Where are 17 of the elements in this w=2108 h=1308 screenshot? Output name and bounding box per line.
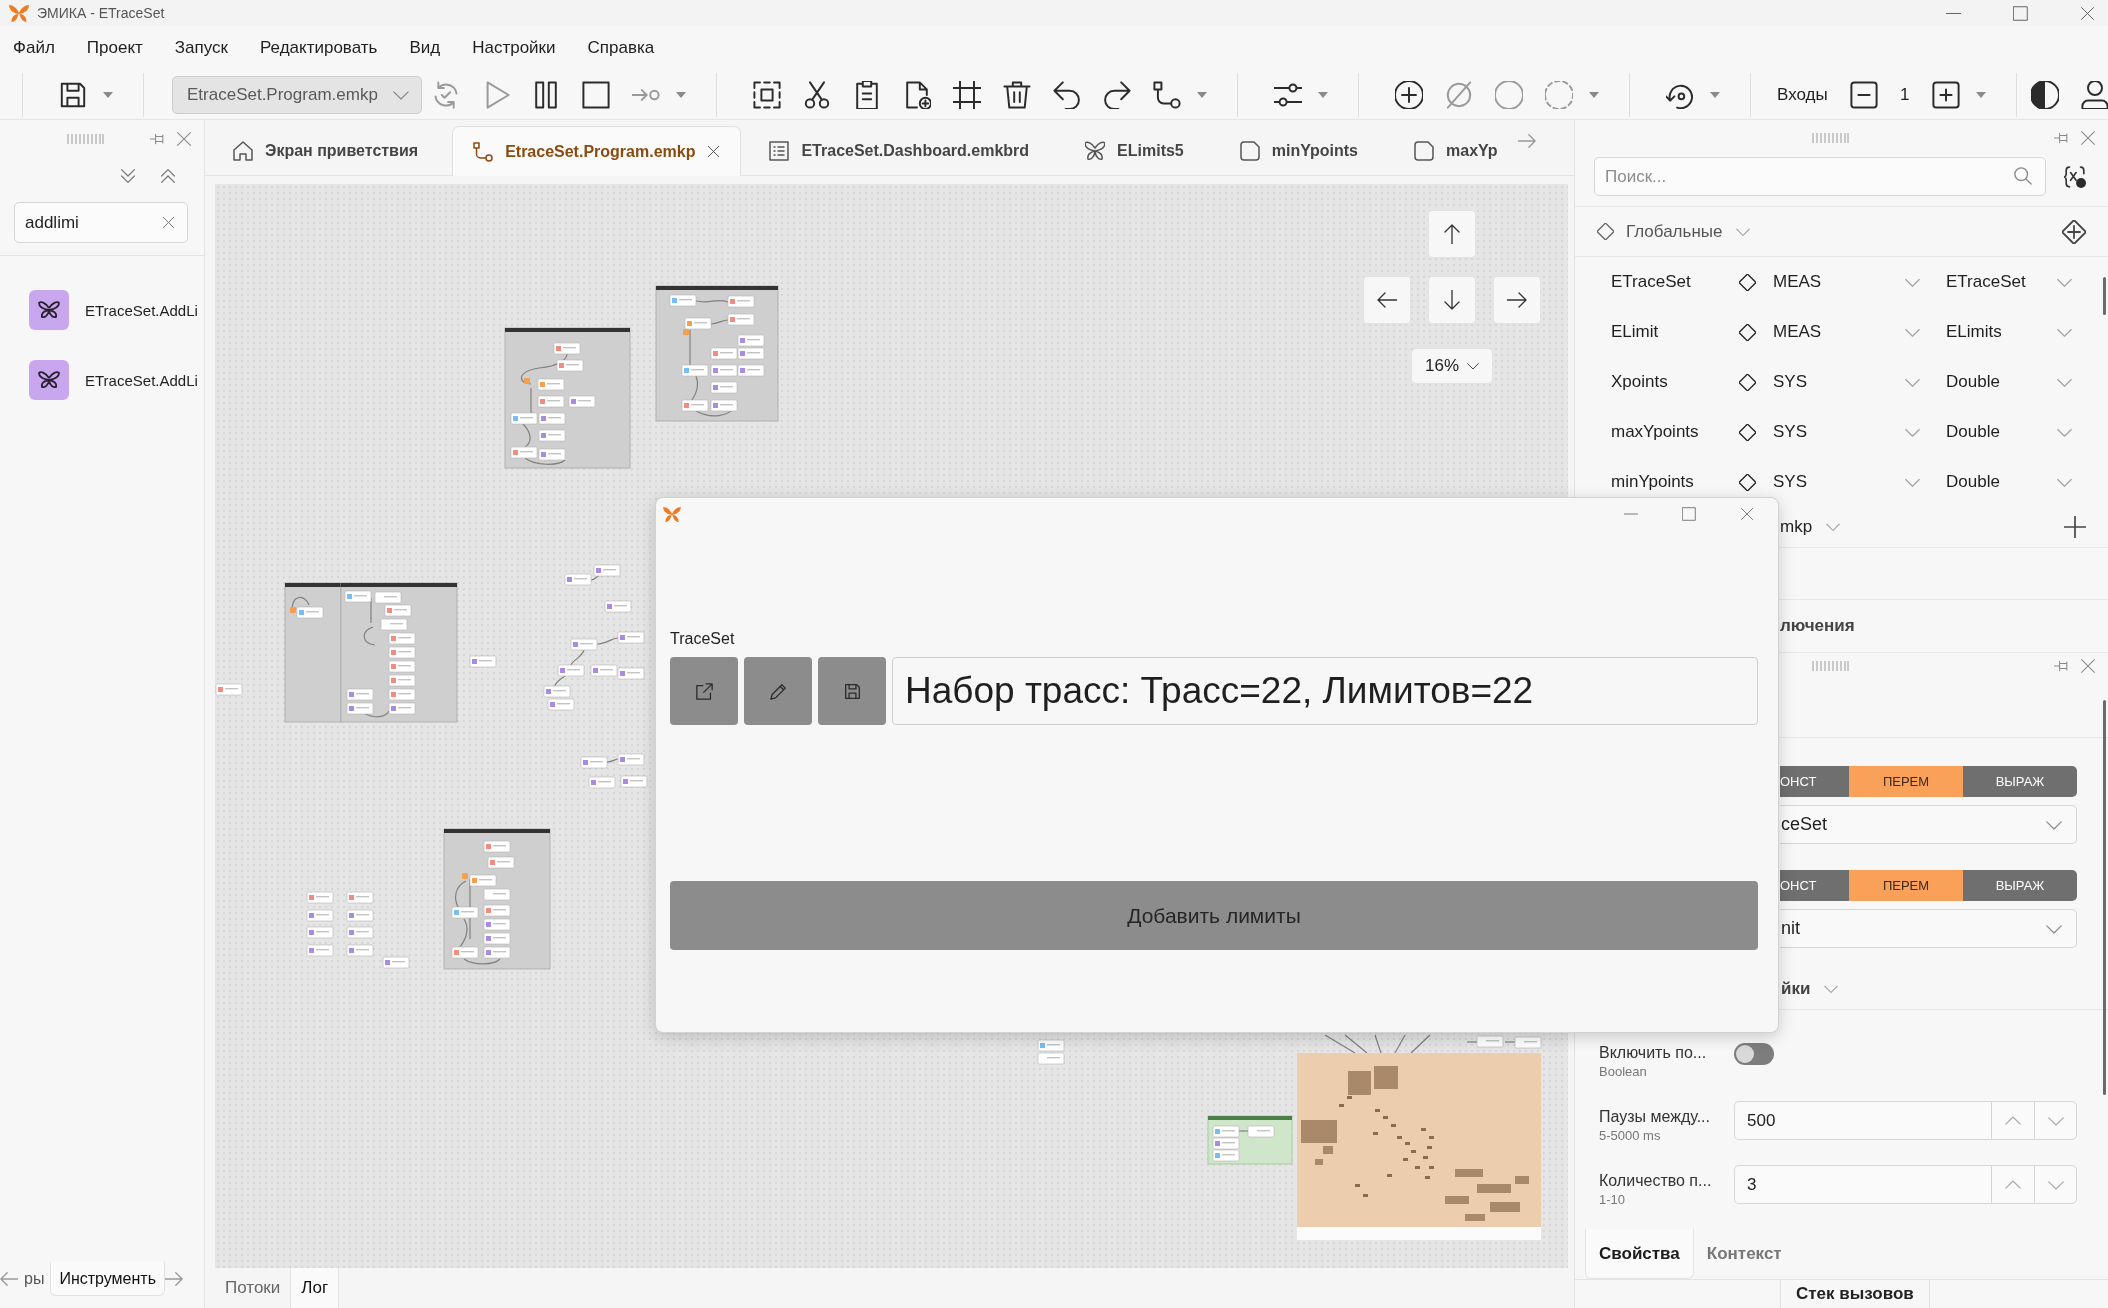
inputs-count: 1: [1899, 84, 1910, 105]
variable-name: Xpoints: [1611, 372, 1669, 392]
setting-name: Включить по...: [1599, 1043, 1708, 1063]
field-label: TraceSet: [670, 630, 736, 648]
variable-name: ETraceSet: [1611, 272, 1692, 292]
variable-name: ELimit: [1611, 322, 1660, 342]
setting-hint: Boolean: [1599, 1063, 1648, 1081]
setting-hint: 1-10: [1599, 1191, 1627, 1209]
section-title: лючения: [1780, 616, 1855, 636]
variable-name: maxYpoints: [1611, 422, 1700, 442]
window-title: ЭМИКА - ETraceSet: [37, 5, 165, 21]
inputs-label: Входы: [1777, 84, 1828, 105]
setting-name: Количество п...: [1599, 1171, 1713, 1191]
variable-name: minYpoints: [1611, 472, 1695, 492]
setting-hint: 5-5000 ms: [1599, 1127, 1662, 1145]
section-title: йки: [1781, 978, 1811, 999]
setting-name: Паузы между...: [1599, 1107, 1711, 1127]
